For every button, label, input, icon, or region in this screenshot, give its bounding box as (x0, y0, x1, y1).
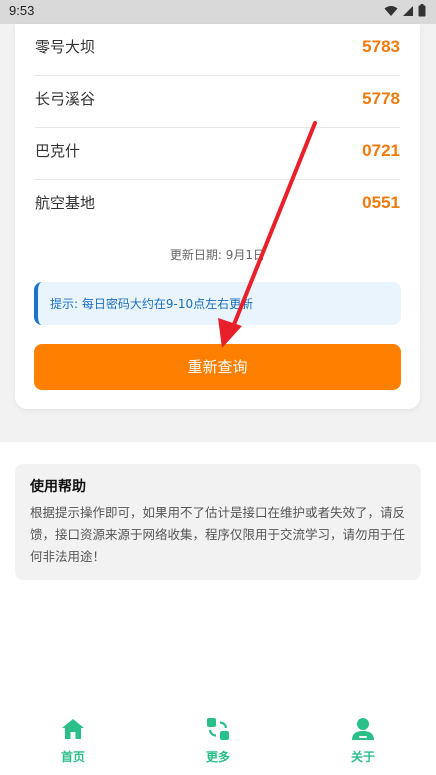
code-card: 零号大坝 5783 长弓溪谷 5778 巴克什 0721 航空基地 0551 更… (15, 24, 420, 409)
tip-box: 提示: 每日密码大约在9-10点左右更新 (34, 282, 401, 325)
code-row: 巴克什 0721 (35, 128, 400, 180)
status-time: 9:53 (9, 3, 35, 18)
map-code: 5783 (362, 37, 400, 56)
bottom-nav: 首页 更多 关于 (0, 706, 436, 775)
help-text: 根据提示操作即可，如果用不了估计是接口在维护或者失效了，请反馈，接口资源来源于网… (30, 505, 406, 564)
nav-about-label: 关于 (350, 750, 375, 764)
code-row: 零号大坝 5783 (35, 24, 400, 76)
map-name: 零号大坝 (35, 38, 96, 56)
map-name: 长弓溪谷 (35, 90, 96, 108)
user-icon (352, 718, 374, 740)
wifi-icon (384, 5, 398, 16)
nav-more[interactable]: 更多 (178, 716, 258, 765)
signal-icon (403, 5, 413, 16)
home-icon (62, 719, 84, 739)
tip-text: 提示: 每日密码大约在9-10点左右更新 (50, 297, 254, 311)
map-name: 航空基地 (35, 194, 96, 212)
map-code: 5778 (362, 89, 400, 108)
map-code: 0551 (362, 193, 400, 212)
battery-icon (418, 4, 426, 17)
nav-home[interactable]: 首页 (33, 716, 113, 765)
result-section: 零号大坝 5783 长弓溪谷 5778 巴克什 0721 航空基地 0551 更… (0, 24, 436, 442)
status-icons (384, 4, 426, 17)
requery-button[interactable]: 重新查询 (34, 344, 401, 390)
more-icon (207, 718, 229, 740)
help-box: 使用帮助 根据提示操作即可，如果用不了估计是接口在维护或者失效了，请反馈，接口资… (15, 464, 421, 580)
update-date: 更新日期: 9月1日 (169, 248, 266, 262)
status-bar: 9:53 (0, 0, 436, 24)
code-row: 长弓溪谷 5778 (35, 76, 400, 128)
nav-about[interactable]: 关于 (323, 716, 403, 765)
map-code: 0721 (362, 141, 400, 160)
help-title: 使用帮助 (30, 479, 86, 495)
nav-more-label: 更多 (205, 750, 230, 764)
map-name: 巴克什 (35, 142, 81, 160)
nav-home-label: 首页 (60, 750, 85, 764)
code-row: 航空基地 0551 (35, 180, 400, 232)
